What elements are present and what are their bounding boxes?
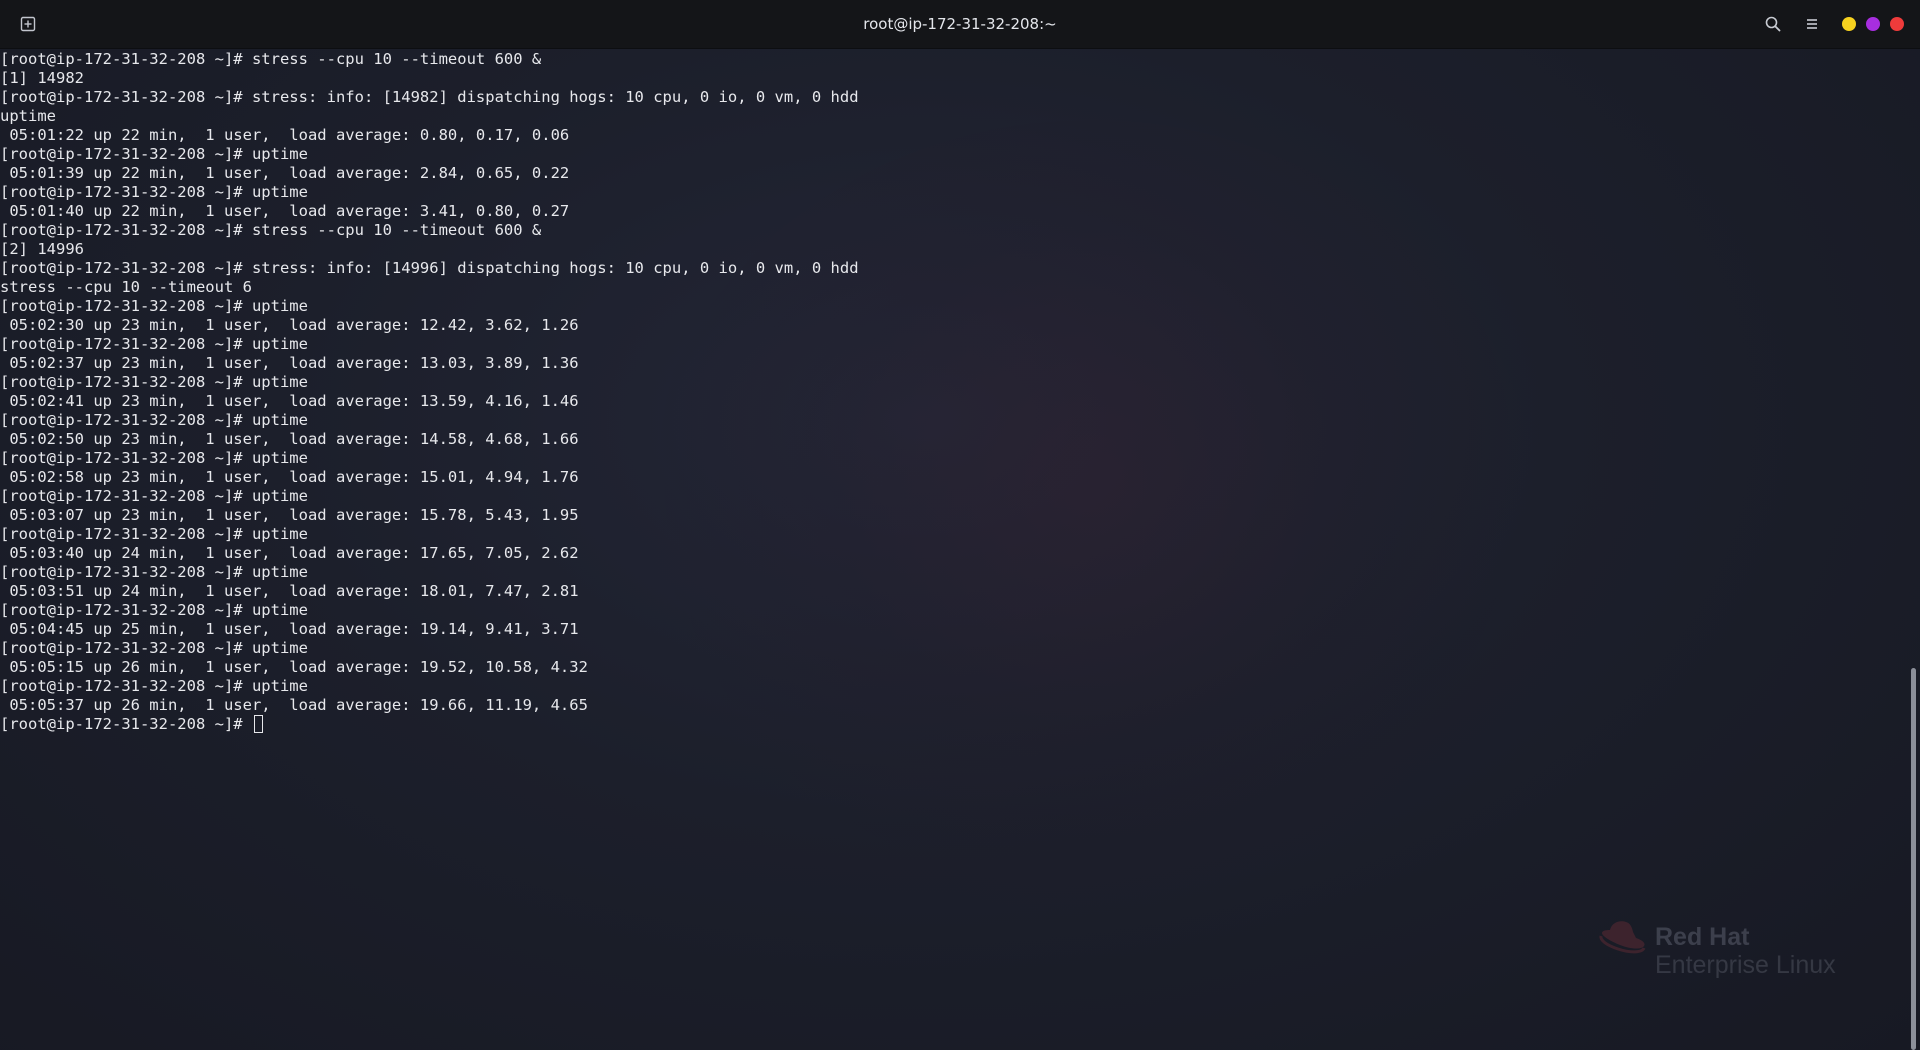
window-title: root@ip-172-31-32-208:~ — [863, 15, 1057, 33]
terminal-line: [root@ip-172-31-32-208 ~]# uptime — [0, 449, 308, 467]
terminal-line: 05:02:30 up 23 min, 1 user, load average… — [0, 316, 579, 334]
terminal-line: [root@ip-172-31-32-208 ~]# uptime — [0, 411, 308, 429]
terminal-line: [root@ip-172-31-32-208 ~]# uptime — [0, 335, 308, 353]
terminal-line: [root@ip-172-31-32-208 ~]# uptime — [0, 183, 308, 201]
terminal-line: 05:03:40 up 24 min, 1 user, load average… — [0, 544, 579, 562]
scrollbar-thumb[interactable] — [1911, 668, 1916, 1050]
terminal-line: 05:03:51 up 24 min, 1 user, load average… — [0, 582, 579, 600]
terminal-line: [root@ip-172-31-32-208 ~]# uptime — [0, 563, 308, 581]
terminal-line: 05:02:58 up 23 min, 1 user, load average… — [0, 468, 579, 486]
prompt-line[interactable]: [root@ip-172-31-32-208 ~]# — [0, 715, 263, 734]
terminal-line: 05:01:22 up 22 min, 1 user, load average… — [0, 126, 570, 144]
terminal-line: [root@ip-172-31-32-208 ~]# uptime — [0, 525, 308, 543]
terminal-line: [1] 14982 — [0, 69, 84, 87]
red-hat-brand: Red Hat — [1655, 923, 1750, 951]
terminal-line: 05:04:45 up 25 min, 1 user, load average… — [0, 620, 579, 638]
red-hat-watermark: Red Hat Enterprise Linux — [1596, 918, 1856, 979]
maximize-button[interactable] — [1866, 17, 1880, 31]
hamburger-menu-icon — [1807, 19, 1817, 29]
terminal-line: [root@ip-172-31-32-208 ~]# uptime — [0, 373, 308, 391]
terminal-line: [root@ip-172-31-32-208 ~]# uptime — [0, 601, 308, 619]
close-button[interactable] — [1890, 17, 1904, 31]
terminal-output[interactable]: [root@ip-172-31-32-208 ~]# stress --cpu … — [0, 48, 1906, 1050]
search-icon — [1765, 16, 1781, 32]
red-hat-logo-icon — [1599, 921, 1646, 954]
terminal-line: 05:02:50 up 23 min, 1 user, load average… — [0, 430, 579, 448]
terminal-line: [root@ip-172-31-32-208 ~]# stress --cpu … — [0, 221, 542, 239]
search-button[interactable] — [1762, 13, 1784, 35]
terminal-line: 05:03:07 up 23 min, 1 user, load average… — [0, 506, 579, 524]
text-cursor — [253, 715, 263, 733]
terminal-line: [2] 14996 — [0, 240, 84, 258]
terminal-line: 05:01:39 up 22 min, 1 user, load average… — [0, 164, 570, 182]
terminal-line: [root@ip-172-31-32-208 ~]# uptime — [0, 297, 308, 315]
terminal-line: [root@ip-172-31-32-208 ~]# uptime — [0, 145, 308, 163]
terminal-window: root@ip-172-31-32-208:~ [root@ip-172-31-… — [0, 0, 1920, 1050]
terminal-line: 05:02:37 up 23 min, 1 user, load average… — [0, 354, 579, 372]
terminal-line: [root@ip-172-31-32-208 ~]# uptime — [0, 639, 308, 657]
terminal-line: [root@ip-172-31-32-208 ~]# stress: info:… — [0, 88, 859, 106]
terminal-line: 05:01:40 up 22 min, 1 user, load average… — [0, 202, 570, 220]
terminal-line: [root@ip-172-31-32-208 ~]# stress --cpu … — [0, 50, 542, 68]
title-bar: root@ip-172-31-32-208:~ — [0, 0, 1920, 49]
terminal-line: uptime — [0, 107, 56, 125]
menu-button[interactable] — [1801, 13, 1823, 35]
terminal-line: 05:02:41 up 23 min, 1 user, load average… — [0, 392, 579, 410]
terminal-line: [root@ip-172-31-32-208 ~]# uptime — [0, 487, 308, 505]
terminal-line: 05:05:15 up 26 min, 1 user, load average… — [0, 658, 588, 676]
terminal-line: [root@ip-172-31-32-208 ~]# uptime — [0, 677, 308, 695]
terminal-line: 05:05:37 up 26 min, 1 user, load average… — [0, 696, 588, 714]
shell-prompt: [root@ip-172-31-32-208 ~]# — [0, 715, 252, 733]
terminal-line: [root@ip-172-31-32-208 ~]# stress: info:… — [0, 259, 859, 277]
red-hat-product: Enterprise Linux — [1655, 951, 1836, 979]
terminal-line: stress --cpu 10 --timeout 6 — [0, 278, 252, 296]
minimize-button[interactable] — [1842, 17, 1856, 31]
